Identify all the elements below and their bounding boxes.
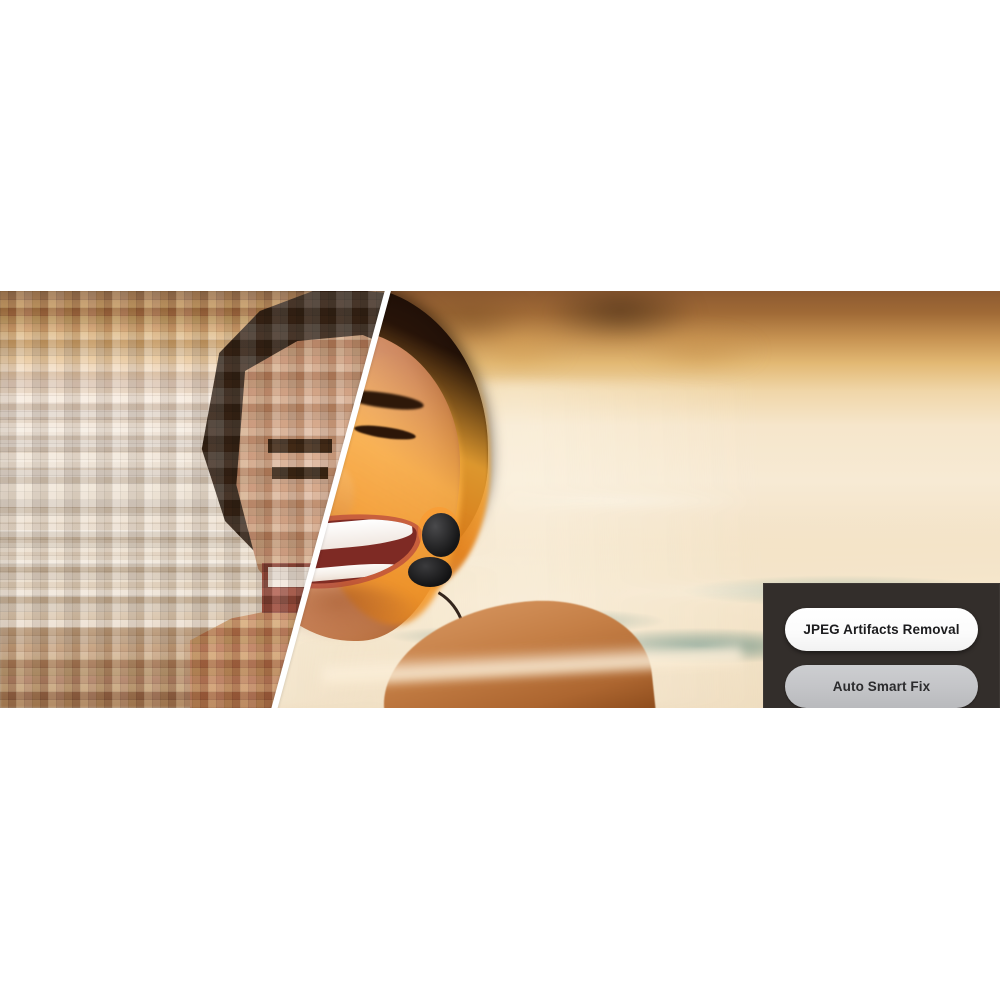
subject-earring-lower bbox=[408, 557, 452, 587]
subject-earring-upper bbox=[422, 513, 460, 557]
page-canvas: JPEG Artifacts Removal Auto Smart Fix Re… bbox=[0, 0, 1000, 1000]
quick-action-jpeg-artifacts-removal[interactable]: JPEG Artifacts Removal bbox=[785, 608, 978, 651]
quick-action-auto-smart-fix[interactable]: Auto Smart Fix bbox=[785, 665, 978, 708]
quick-actions-panel: JPEG Artifacts Removal Auto Smart Fix Re… bbox=[763, 583, 1000, 708]
before-after-hero-image: JPEG Artifacts Removal Auto Smart Fix Re… bbox=[0, 291, 1000, 708]
quick-actions-button-list: JPEG Artifacts Removal Auto Smart Fix Re… bbox=[785, 608, 978, 708]
